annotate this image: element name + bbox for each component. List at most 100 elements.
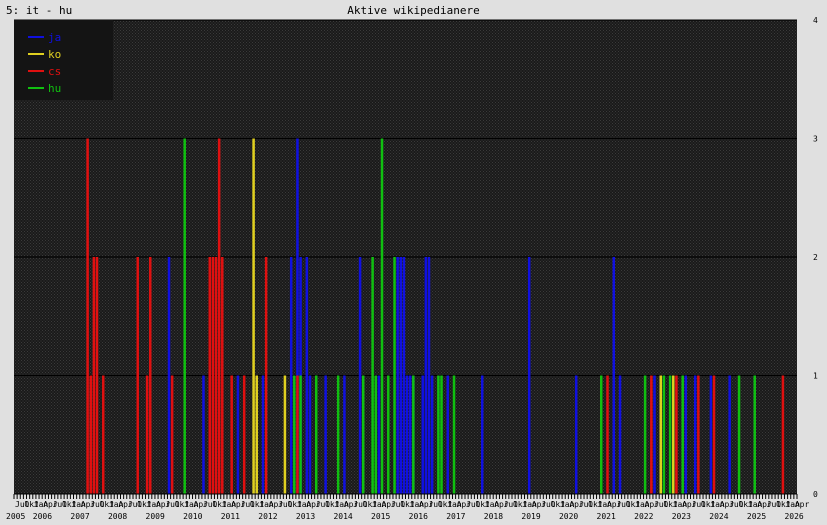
bar-ja: [402, 257, 406, 494]
bar-hu: [293, 375, 296, 494]
bar-ja: [324, 375, 327, 494]
bar-cs: [675, 375, 678, 494]
bar-hu: [314, 375, 318, 494]
bar-cs: [86, 138, 89, 494]
x-year-label: 2023: [672, 512, 691, 521]
bar-hu: [662, 375, 666, 494]
bar-cs: [242, 375, 246, 494]
bar-ja: [408, 375, 412, 494]
bar-cs: [145, 375, 149, 494]
x-year-label: 2006: [33, 512, 52, 521]
bar-ja: [261, 375, 265, 494]
y-tick-label: 3: [813, 135, 818, 144]
bar-ko: [283, 375, 287, 494]
bar-hu: [393, 257, 396, 494]
x-year-label: 2022: [634, 512, 653, 521]
bar-hu: [361, 375, 365, 494]
bar-ja: [527, 257, 531, 494]
bar-cs: [170, 375, 174, 494]
bar-ja: [358, 257, 362, 494]
bar-ko: [255, 375, 258, 494]
x-year-label: 2026: [784, 512, 803, 521]
bar-ja: [405, 375, 409, 494]
x-year-label: 2007: [70, 512, 89, 521]
y-tick-label: 1: [813, 372, 818, 381]
bar-ja: [167, 257, 171, 494]
x-year-label: 2013: [296, 512, 315, 521]
y-tick-label: 0: [813, 490, 818, 499]
x-year-label: 2020: [559, 512, 578, 521]
x-year-label: 2025: [747, 512, 766, 521]
bar-cs: [217, 138, 221, 494]
x-month-label: Apr: [795, 500, 810, 509]
active-wikipedians-chart: 01234 JulOktJanAprJulOktJanAprJulOktJanA…: [6, 16, 818, 521]
bar-hu: [643, 375, 647, 494]
bar-cs: [264, 257, 268, 494]
bar-ja: [399, 257, 403, 494]
bar-hu: [374, 375, 377, 494]
x-year-label: 2011: [221, 512, 240, 521]
y-tick-label: 4: [813, 16, 818, 25]
legend-label-cs: cs: [48, 65, 61, 78]
bar-cs: [697, 375, 700, 494]
x-year-label: 2010: [183, 512, 202, 521]
bar-cs: [781, 375, 785, 494]
bar-ja: [421, 375, 424, 494]
x-year-label: 2019: [521, 512, 540, 521]
y-tick-label: 2: [813, 253, 818, 262]
bar-ja: [236, 375, 240, 494]
x-year-label: 2016: [409, 512, 428, 521]
x-year-label: 2014: [333, 512, 352, 521]
bar-cs: [211, 257, 215, 494]
bar-ja: [709, 375, 713, 494]
bar-hu: [299, 375, 302, 494]
bar-hu: [599, 375, 603, 494]
bar-ja: [684, 375, 688, 494]
x-year-label: 2008: [108, 512, 127, 521]
bar-ja: [343, 375, 346, 494]
bar-hu: [737, 375, 741, 494]
bar-hu: [412, 375, 415, 494]
bar-ja: [430, 375, 434, 494]
bar-cs: [95, 257, 99, 494]
bar-cs: [221, 257, 224, 494]
bar-cs: [214, 257, 218, 494]
x-year-label: 2005: [6, 512, 25, 521]
bar-ko: [659, 375, 663, 494]
bar-cs: [606, 375, 609, 494]
bar-ja: [446, 375, 450, 494]
legend-label-ja: ja: [48, 31, 61, 44]
x-year-label: 2024: [709, 512, 728, 521]
bar-ja: [693, 375, 697, 494]
bar-ja: [653, 375, 656, 494]
bar-ko: [672, 375, 675, 494]
bar-ja: [574, 375, 578, 494]
bar-ja: [424, 257, 428, 494]
bar-cs: [208, 257, 212, 494]
bar-ja: [305, 257, 309, 494]
legend-label-ko: ko: [48, 48, 61, 61]
x-year-label: 2009: [146, 512, 165, 521]
x-year-label: 2012: [258, 512, 277, 521]
x-year-label: 2018: [484, 512, 503, 521]
bar-hu: [452, 375, 456, 494]
bar-cs: [92, 257, 96, 494]
bar-hu: [753, 375, 756, 494]
bar-cs: [89, 375, 92, 494]
bar-cs: [296, 375, 299, 494]
bar-ja: [289, 257, 293, 494]
bar-hu: [437, 375, 440, 494]
bar-hu: [336, 375, 340, 494]
bar-ja: [427, 257, 431, 494]
bar-cs: [148, 257, 152, 494]
bar-hu: [380, 138, 384, 494]
bar-cs: [136, 257, 139, 494]
bar-cs: [230, 375, 233, 494]
bar-ja: [728, 375, 731, 494]
bar-hu: [668, 375, 672, 494]
x-year-label: 2017: [446, 512, 465, 521]
bar-ja: [480, 375, 484, 494]
bar-ja: [396, 257, 399, 494]
bar-cs: [712, 375, 716, 494]
bar-hu: [387, 375, 390, 494]
